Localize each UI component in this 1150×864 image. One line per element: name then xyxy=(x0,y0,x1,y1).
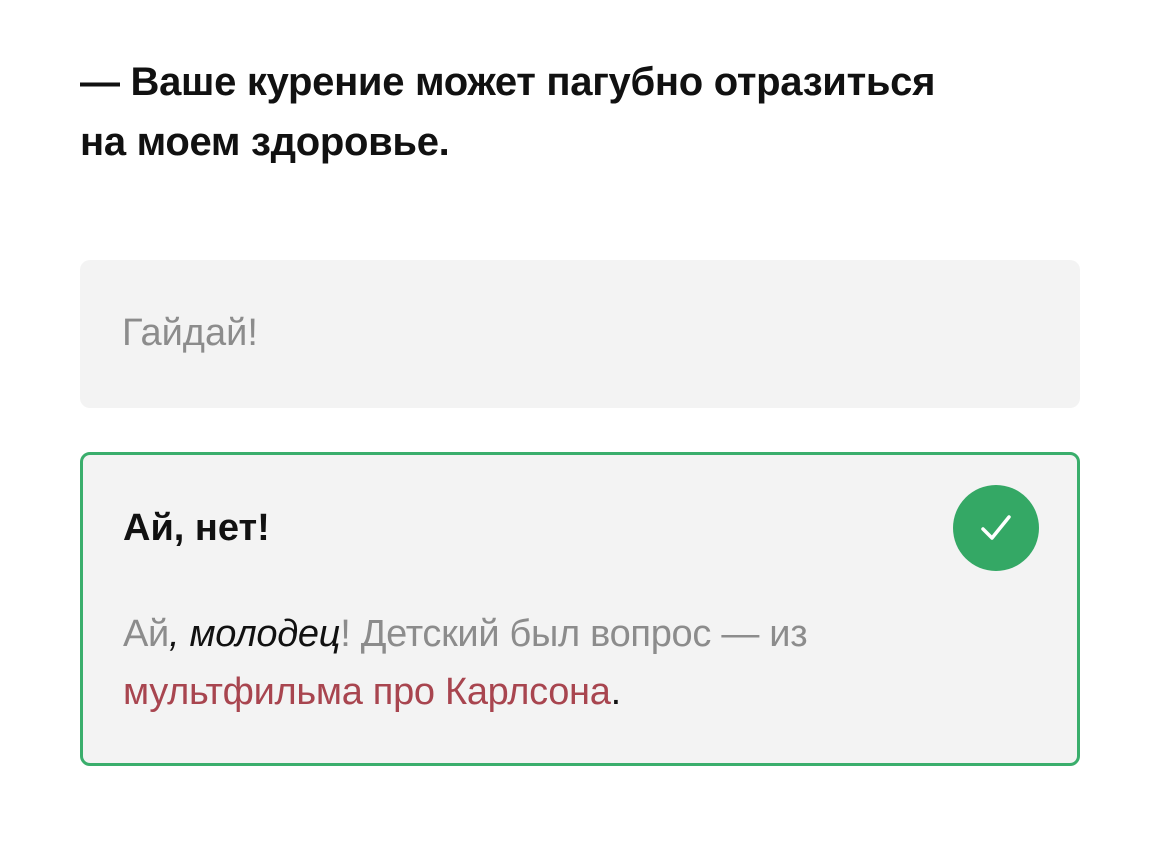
question-text: — Ваше курение может пагубно отразиться … xyxy=(80,52,1090,172)
check-icon xyxy=(953,485,1039,571)
explanation-text: , молодец xyxy=(168,613,341,655)
answer-option-label: Ай, нет! xyxy=(123,507,270,549)
question-line-2: на моем здоровье. xyxy=(80,120,450,164)
explanation-link[interactable]: мультфильма про Карлсона xyxy=(123,671,611,713)
explanation-text: ! Детский был вопрос — из xyxy=(340,613,808,655)
question-line-1: — Ваше курение может пагубно отразиться xyxy=(80,60,936,104)
answer-option-2-correct[interactable]: Ай, нет! Ай, молодец! Детский был вопрос… xyxy=(80,452,1080,766)
answer-option-1[interactable]: Гайдай! xyxy=(80,260,1080,408)
explanation-text: Ай xyxy=(123,613,169,655)
answer-explanation: Ай, молодец! Детский был вопрос — из мул… xyxy=(123,605,983,721)
answer-option-label: Гайдай! xyxy=(122,312,258,354)
explanation-period: . xyxy=(610,671,622,713)
